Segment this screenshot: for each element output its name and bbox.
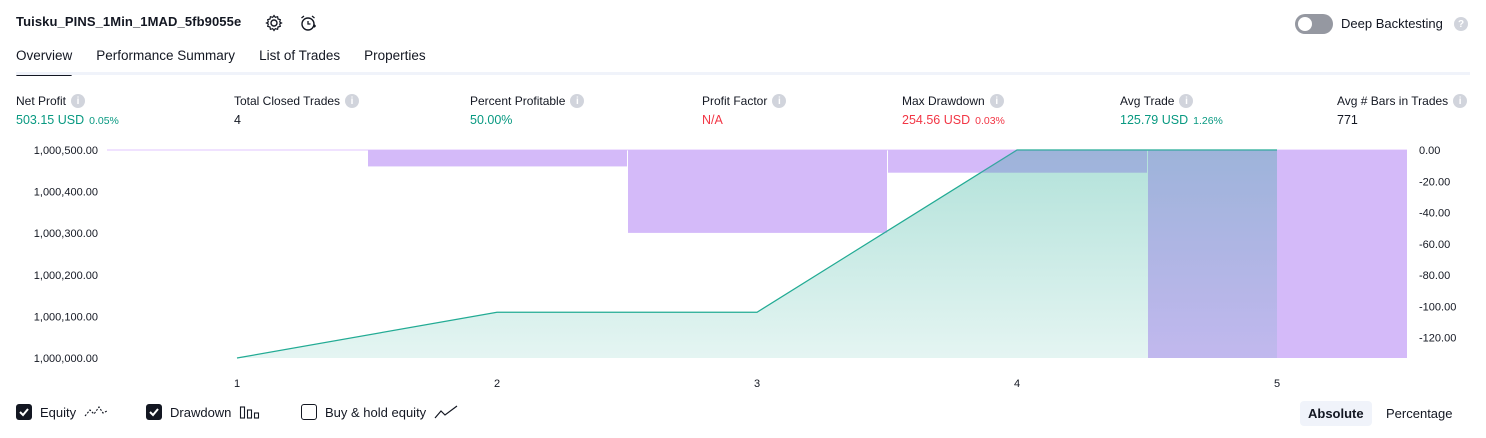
strategy-title: Tuisku_PINS_1Min_1MAD_5fb9055e [16,14,242,29]
metric-avg-trade: Avg Trade i 125.79 USD 1.26% [1120,94,1223,127]
info-icon[interactable]: i [345,94,360,108]
metric-percent-profitable: Percent Profitable i 50.00% [470,94,585,127]
tab-performance-summary[interactable]: Performance Summary [96,48,235,74]
metric-value: 503.15 USD [16,113,85,127]
deep-backtesting-toggle[interactable] [1295,14,1333,34]
absolute-toggle-button[interactable]: Absolute [1300,401,1372,426]
metric-label: Total Closed Trades [234,94,341,108]
x-axis-tick-label: 3 [754,378,760,390]
metric-value: 50.00% [470,113,513,127]
drawdown-label: Drawdown [170,404,232,420]
left-axis-tick-label: 1,000,200.00 [34,270,98,282]
x-axis-tick-label: 1 [234,378,240,390]
right-axis-tick-label: -40.00 [1419,208,1450,220]
left-axis-tick-label: 1,000,100.00 [34,311,98,323]
metric-label: Net Profit [16,94,67,108]
drawdown-overlap [888,150,1147,173]
buy-hold-line-icon [434,405,458,419]
toggle-knob [1298,17,1312,31]
metric-label: Profit Factor [702,94,768,108]
metric-percent: 0.05% [89,115,119,127]
info-icon[interactable]: i [570,94,585,108]
tab-list-of-trades[interactable]: List of Trades [259,48,340,74]
metric-max-drawdown: Max Drawdown i 254.56 USD 0.03% [902,94,1005,127]
help-icon[interactable]: ? [1454,17,1468,31]
equity-drawdown-chart[interactable]: 1,000,500.00 1,000,400.00 1,000,300.00 1,00… [0,140,1486,396]
info-icon[interactable]: i [772,94,787,108]
equity-line-icon [84,406,108,417]
drawdown-overlap [628,150,887,233]
metric-net-profit: Net Profit i 503.15 USD 0.05% [16,94,119,127]
metric-value: 4 [234,113,241,127]
metric-avg-bars: Avg # Bars in Trades i 771 [1337,94,1468,127]
tab-overview[interactable]: Overview [16,48,73,76]
x-axis-tick-label: 5 [1274,378,1280,390]
metric-label: Max Drawdown [902,94,985,108]
metric-value: 125.79 USD [1120,113,1189,127]
legend-drawdown[interactable]: Drawdown [146,404,261,420]
metric-percent: 0.03% [975,115,1005,127]
info-icon[interactable]: i [71,94,86,108]
legend-equity[interactable]: Equity [16,404,108,420]
deep-backtesting-label: Deep Backtesting [1341,16,1443,31]
legend-buy-hold[interactable]: Buy & hold equity [301,404,458,420]
drawdown-overlap [1148,150,1407,358]
right-axis-tick-label: 0.00 [1419,145,1440,157]
tab-divider [16,72,1470,75]
metric-percent: 1.26% [1193,115,1223,127]
left-axis-tick-label: 1,000,400.00 [34,187,98,199]
metric-total-closed-trades: Total Closed Trades i 4 [234,94,360,127]
right-axis-tick-label: -120.00 [1419,333,1456,345]
right-axis-tick-label: -80.00 [1419,270,1450,282]
tab-properties[interactable]: Properties [364,48,426,74]
metric-value: 771 [1337,113,1358,127]
drawdown-bars-icon [240,406,260,419]
metric-value: N/A [702,113,723,127]
drawdown-checkbox[interactable] [146,404,162,420]
percentage-toggle-button[interactable]: Percentage [1378,401,1461,426]
left-axis-tick-label: 1,000,500.00 [34,145,98,157]
tab-bar: Overview Performance Summary List of Tra… [16,48,450,76]
drawdown-overlap [368,150,627,167]
alert-clock-icon[interactable] [299,14,317,32]
left-axis-tick-label: 1,000,300.00 [34,228,98,240]
info-icon[interactable]: i [1453,94,1468,108]
equity-label: Equity [40,404,77,420]
settings-gear-icon[interactable] [265,14,283,32]
left-axis-tick-label: 1,000,000.00 [34,353,98,365]
info-icon[interactable]: i [989,94,1004,108]
metric-label: Percent Profitable [470,94,566,108]
metric-profit-factor: Profit Factor i N/A [702,94,787,127]
metric-label: Avg # Bars in Trades [1337,94,1449,108]
right-axis-tick-label: -60.00 [1419,239,1450,251]
buy-hold-label: Buy & hold equity [325,404,427,420]
right-axis-tick-label: -20.00 [1419,176,1450,188]
metric-value: 254.56 USD [902,113,971,127]
right-axis-tick-label: -100.00 [1419,301,1456,313]
x-axis-tick-label: 2 [494,378,500,390]
buy-hold-checkbox[interactable] [301,404,317,420]
x-axis-tick-label: 4 [1014,378,1020,390]
info-icon[interactable]: i [1179,94,1194,108]
metric-label: Avg Trade [1120,94,1175,108]
equity-checkbox[interactable] [16,404,32,420]
